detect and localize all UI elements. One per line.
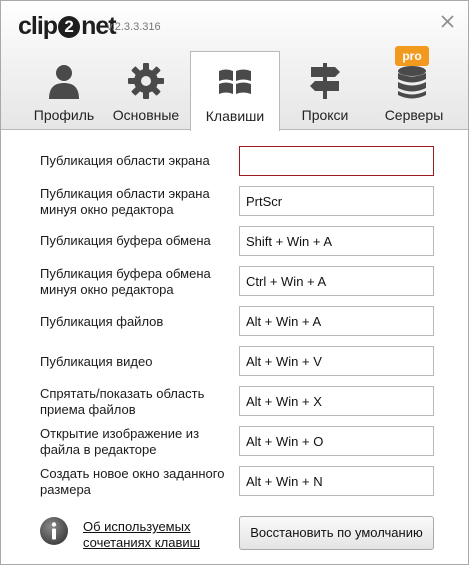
hotkey-field[interactable] [239, 146, 434, 176]
tab-hotkeys[interactable]: Клавиши [190, 51, 280, 131]
hotkey-label: Спрятать/показать область приема файлов [40, 386, 205, 417]
signpost-icon [310, 63, 340, 99]
hotkey-field[interactable] [239, 346, 434, 376]
hotkey-label: Публикация буфера обмена минуя окно реда… [40, 266, 211, 297]
hotkey-field[interactable] [239, 466, 434, 496]
tab-profile[interactable]: Профиль [19, 51, 109, 131]
hotkey-label: Публикация области экрана [40, 153, 210, 168]
tab-label: Прокси [301, 107, 349, 123]
hotkeys-info-link[interactable]: Об используемых сочетаниях клавиш [83, 519, 223, 551]
hotkey-label: Публикация видео [40, 354, 153, 369]
tab-label: Серверы [384, 107, 444, 123]
tab-servers[interactable]: pro Серверы [369, 46, 459, 131]
restore-defaults-button[interactable]: Восстановить по умолчанию [239, 516, 434, 550]
hotkey-label: Открытие изображение из файла в редактор… [40, 426, 200, 457]
hotkeys-panel: Публикация области экрана Публикация обл… [1, 131, 468, 564]
database-icon [398, 66, 426, 99]
hotkey-field[interactable] [239, 226, 434, 256]
close-icon [441, 15, 454, 28]
hotkey-label: Публикация буфера обмена [40, 233, 211, 248]
info-icon [40, 517, 68, 545]
tab-label: Профиль [33, 107, 95, 123]
tab-general[interactable]: Основные [101, 51, 191, 131]
tab-label: Клавиши [205, 108, 265, 124]
hotkey-field[interactable] [239, 186, 434, 216]
app-version: v.2.3.3.316 [107, 21, 161, 33]
profile-icon [49, 65, 79, 99]
hotkey-label: Публикация области экрана минуя окно ред… [40, 186, 210, 217]
app-logo: clip 2 net [18, 12, 117, 40]
hotkey-label: Публикация файлов [40, 314, 164, 329]
windows-keys-icon [219, 69, 251, 94]
hotkey-field[interactable] [239, 266, 434, 296]
tab-proxy[interactable]: Прокси [280, 51, 370, 131]
settings-window: clip 2 net v.2.3.3.316 Профиль Основные … [0, 0, 469, 565]
tab-label: Основные [112, 107, 180, 123]
gear-icon [128, 63, 164, 99]
hotkey-field[interactable] [239, 426, 434, 456]
top-toolbar: clip 2 net v.2.3.3.316 Профиль Основные … [1, 1, 468, 131]
hotkey-label: Создать новое окно заданного размера [40, 466, 225, 497]
hotkey-field[interactable] [239, 306, 434, 336]
hotkey-field[interactable] [239, 386, 434, 416]
pro-badge: pro [395, 46, 429, 66]
close-button[interactable] [437, 11, 459, 33]
